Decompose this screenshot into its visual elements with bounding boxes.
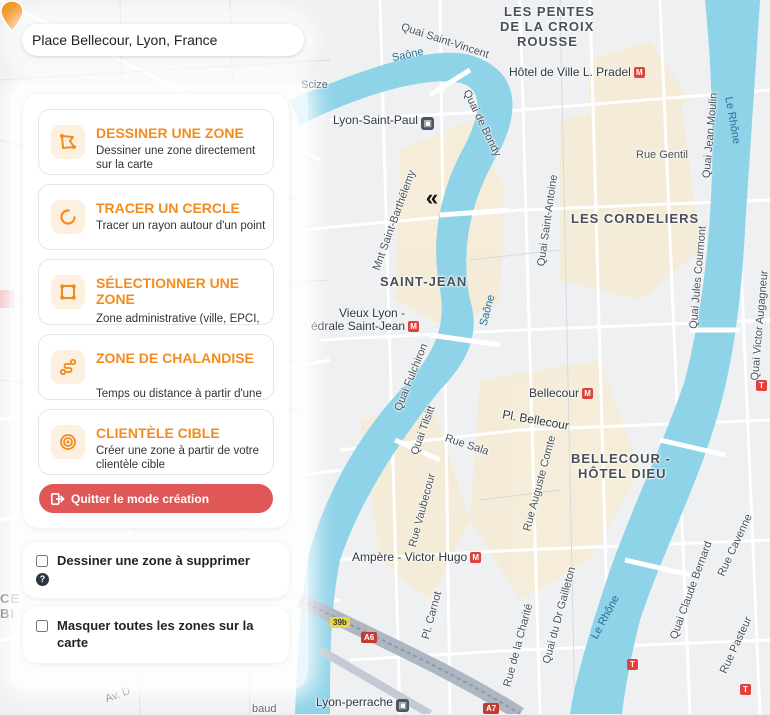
district-label: BELLECOUR - bbox=[571, 451, 671, 466]
search-bar bbox=[10, 14, 310, 68]
poi-cathedrale[interactable]: édrale Saint-Jean M bbox=[311, 319, 420, 333]
poi-hotel-de-ville[interactable]: Hôtel de Ville L. Pradel M bbox=[509, 66, 645, 78]
district-label: DE LA CROIX bbox=[500, 19, 595, 34]
tool-description: Temps ou distance à partir d'une adresse bbox=[96, 388, 262, 400]
tools-card: DESSINER UNE ZONE Dessiner une zone dire… bbox=[23, 94, 289, 528]
road-shield-a6: A6 bbox=[361, 632, 378, 643]
road-shield-a7: A7 bbox=[483, 703, 500, 714]
hide-zones-checkbox[interactable] bbox=[36, 620, 48, 632]
tool-description: Dessiner une zone directement sur la car… bbox=[96, 145, 256, 171]
collapse-panel-icon[interactable]: « bbox=[418, 185, 446, 211]
option-delete-zone: Dessiner une zone à supprimer ? bbox=[23, 542, 289, 598]
metro-icon: M bbox=[582, 388, 594, 399]
delete-zone-checkbox[interactable] bbox=[36, 555, 48, 567]
tool-description: Créer une zone à partir de votre clientè… bbox=[96, 445, 260, 471]
poi-label: Ampère - Victor Hugo bbox=[352, 550, 468, 564]
poi-label: Lyon-Saint-Paul bbox=[333, 113, 418, 127]
address-search-input[interactable] bbox=[22, 24, 304, 56]
poi-label: Vieux Lyon - bbox=[339, 306, 406, 320]
metro-icon: M bbox=[470, 552, 482, 563]
tool-select-zone[interactable]: SÉLECTIONNER UNE ZONE Zone administrativ… bbox=[38, 259, 274, 325]
poi-lyon-saint-paul[interactable]: Lyon-Saint-Paul ▣ bbox=[333, 113, 435, 130]
street-label-fragment: baud bbox=[252, 703, 277, 715]
quit-creation-mode-button[interactable]: Quitter le mode création bbox=[39, 484, 273, 513]
poi-bellecour[interactable]: Bellecour M bbox=[529, 386, 594, 400]
street-label: Rue Gentil bbox=[636, 149, 688, 161]
poi-ampere[interactable]: Ampère - Victor Hugo M bbox=[352, 550, 482, 564]
option-hide-zones: Masquer toutes les zones sur la carte bbox=[23, 607, 289, 663]
hide-zones-label[interactable]: Masquer toutes les zones sur la carte bbox=[57, 617, 283, 651]
district-label: LES CORDELIERS bbox=[571, 211, 700, 226]
circle-icon bbox=[51, 200, 85, 234]
exit-icon bbox=[51, 492, 65, 505]
quit-button-label: Quitter le mode création bbox=[71, 491, 210, 506]
help-icon[interactable]: ? bbox=[36, 573, 49, 586]
select-area-icon bbox=[51, 275, 85, 309]
poi-vieux-lyon[interactable]: Vieux Lyon - bbox=[339, 307, 405, 319]
poi-label: Hôtel de Ville L. Pradel bbox=[509, 65, 631, 79]
delete-zone-label[interactable]: Dessiner une zone à supprimer bbox=[57, 552, 250, 569]
tool-draw-circle[interactable]: TRACER UN CERCLE Tracer un rayon autour … bbox=[38, 184, 274, 250]
tool-title: ZONE DE CHALANDISE bbox=[96, 350, 254, 366]
polygon-draw-icon bbox=[51, 125, 85, 159]
poi-label: Lyon-perrache bbox=[316, 695, 393, 709]
district-label: SAINT-JEAN bbox=[380, 274, 468, 289]
route-icon bbox=[51, 350, 85, 384]
metro-icon: M bbox=[408, 321, 420, 332]
tool-title: DESSINER UNE ZONE bbox=[96, 125, 244, 141]
train-station-icon: ▣ bbox=[396, 699, 410, 712]
poi-perrache[interactable]: Lyon-perrache ▣ bbox=[316, 695, 410, 712]
tool-trade-area[interactable]: ZONE DE CHALANDISE Temps ou distance à p… bbox=[38, 334, 274, 400]
district-label: ROUSSE bbox=[517, 34, 578, 49]
tool-target-customers[interactable]: CLIENTÈLE CIBLE Créer une zone à partir … bbox=[38, 409, 274, 475]
tram-icon: T bbox=[756, 380, 767, 391]
road-shield-39b: 39b bbox=[330, 617, 350, 628]
tool-description: Zone administrative (ville, EPCI, IRIS..… bbox=[96, 313, 260, 325]
district-label: LES PENTES bbox=[504, 4, 595, 19]
district-label: HÔTEL DIEU bbox=[578, 466, 667, 481]
target-icon bbox=[51, 425, 85, 459]
tram-icon: T bbox=[740, 684, 751, 695]
poi-label: Bellecour bbox=[529, 386, 580, 400]
tool-title: SÉLECTIONNER UNE ZONE bbox=[96, 275, 240, 307]
tool-draw-zone[interactable]: DESSINER UNE ZONE Dessiner une zone dire… bbox=[38, 109, 274, 175]
zone-creation-panel: DESSINER UNE ZONE Dessiner une zone dire… bbox=[10, 82, 308, 690]
tool-title: TRACER UN CERCLE bbox=[96, 200, 240, 216]
tool-title: CLIENTÈLE CIBLE bbox=[96, 425, 220, 441]
poi-label: édrale Saint-Jean bbox=[311, 319, 406, 333]
tool-description: Tracer un rayon autour d'un point bbox=[96, 220, 266, 232]
tram-icon: T bbox=[627, 659, 638, 670]
train-station-icon: ▣ bbox=[421, 117, 435, 130]
metro-icon: M bbox=[633, 67, 645, 78]
